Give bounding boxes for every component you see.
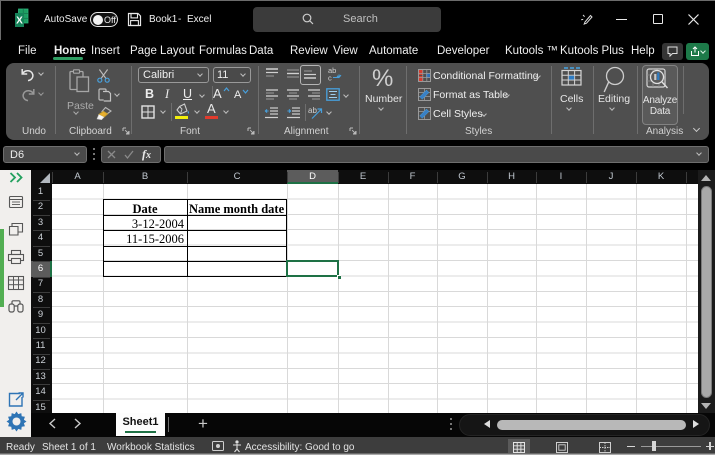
svg-text:X: X: [16, 16, 23, 27]
svg-text:c: c: [328, 74, 332, 83]
